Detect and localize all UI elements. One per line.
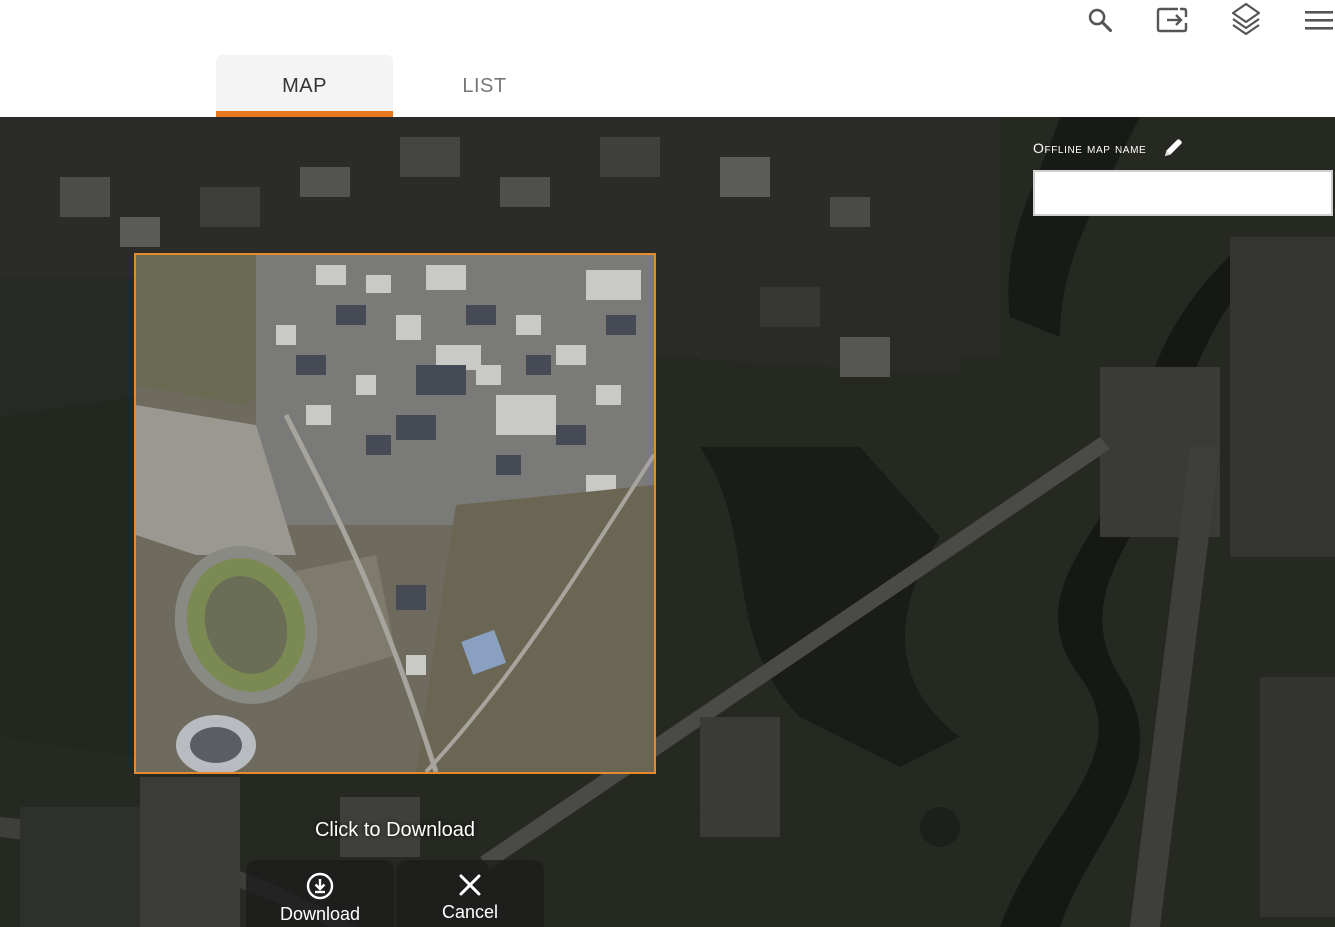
download-area-selection[interactable]	[134, 253, 656, 774]
app-header: MAP LIST	[0, 0, 1335, 117]
cancel-label: Cancel	[441, 902, 499, 922]
offline-map-name-label: Offline map name	[1033, 135, 1186, 161]
click-to-download-hint: Click to Download	[314, 819, 476, 841]
close-icon	[459, 874, 481, 896]
exit-to-app-icon	[1156, 7, 1188, 33]
layers-button[interactable]	[1224, 0, 1268, 40]
selected-area-imagery	[136, 255, 654, 772]
download-circle-icon	[306, 872, 334, 900]
tab-map[interactable]: MAP	[216, 55, 393, 117]
edit-name-button[interactable]	[1160, 135, 1186, 161]
exit-button[interactable]	[1151, 0, 1195, 40]
pencil-icon	[1165, 139, 1183, 156]
layers-icon	[1231, 2, 1261, 36]
cancel-button[interactable]: Cancel	[396, 860, 544, 927]
offline-map-name-input[interactable]	[1033, 170, 1333, 216]
hamburger-menu-icon	[1305, 11, 1333, 30]
satellite-map[interactable]: Offline map name Click to Download Downl…	[0, 117, 1335, 927]
tab-list[interactable]: LIST	[396, 55, 573, 117]
search-button[interactable]	[1078, 0, 1122, 40]
download-label: Download	[279, 904, 361, 924]
menu-button[interactable]	[1297, 0, 1335, 40]
search-icon	[1088, 8, 1113, 33]
download-button[interactable]: Download	[246, 860, 394, 927]
offline-map-name-text: Offline map name	[1033, 140, 1147, 156]
